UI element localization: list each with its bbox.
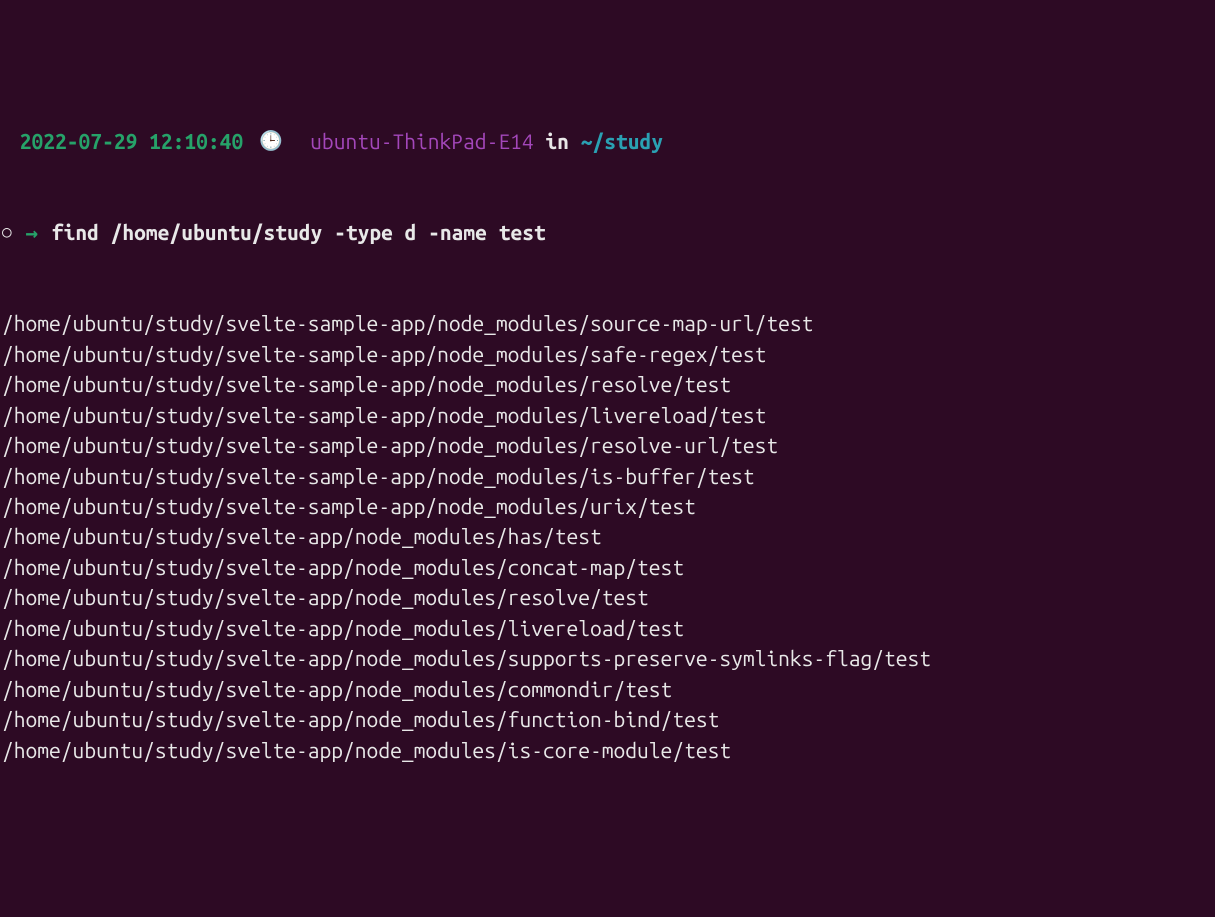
command-line[interactable]: ○ → find /home/ubuntu/study -type d -nam…: [0, 217, 1215, 247]
output-line: /home/ubuntu/study/svelte-sample-app/nod…: [0, 308, 1215, 338]
output-line: /home/ubuntu/study/svelte-app/node_modul…: [0, 643, 1215, 673]
clock-icon: 🕒: [259, 127, 283, 155]
output-line: /home/ubuntu/study/svelte-sample-app/nod…: [0, 400, 1215, 430]
hostname: ubuntu-ThinkPad-E14: [310, 126, 533, 156]
output-line: /home/ubuntu/study/svelte-app/node_modul…: [0, 704, 1215, 734]
output-line: /home/ubuntu/study/svelte-sample-app/nod…: [0, 461, 1215, 491]
output-line: /home/ubuntu/study/svelte-sample-app/nod…: [0, 491, 1215, 521]
output-line: /home/ubuntu/study/svelte-sample-app/nod…: [0, 339, 1215, 369]
output-line: /home/ubuntu/study/svelte-sample-app/nod…: [0, 430, 1215, 460]
in-word: in: [545, 126, 569, 156]
command-text: find /home/ubuntu/study -type d -name te…: [52, 217, 546, 247]
output-line: /home/ubuntu/study/svelte-app/node_modul…: [0, 582, 1215, 612]
output-line: /home/ubuntu/study/svelte-sample-app/nod…: [0, 369, 1215, 399]
prompt-circle-icon: ○: [0, 221, 12, 244]
output-line: /home/ubuntu/study/svelte-app/node_modul…: [0, 521, 1215, 551]
prompt-arrow-icon: →: [25, 217, 38, 247]
output-line: /home/ubuntu/study/svelte-app/node_modul…: [0, 613, 1215, 643]
command-output: /home/ubuntu/study/svelte-sample-app/nod…: [0, 308, 1215, 765]
output-line: /home/ubuntu/study/svelte-app/node_modul…: [0, 552, 1215, 582]
cwd-path: ~/study: [581, 126, 663, 156]
timestamp: 2022-07-29 12:10:40: [0, 126, 243, 156]
prompt-line: 2022-07-29 12:10:40 🕒 ubuntu-ThinkPad-E1…: [0, 126, 1215, 156]
output-line: /home/ubuntu/study/svelte-app/node_modul…: [0, 674, 1215, 704]
output-line: /home/ubuntu/study/svelte-app/node_modul…: [0, 735, 1215, 765]
